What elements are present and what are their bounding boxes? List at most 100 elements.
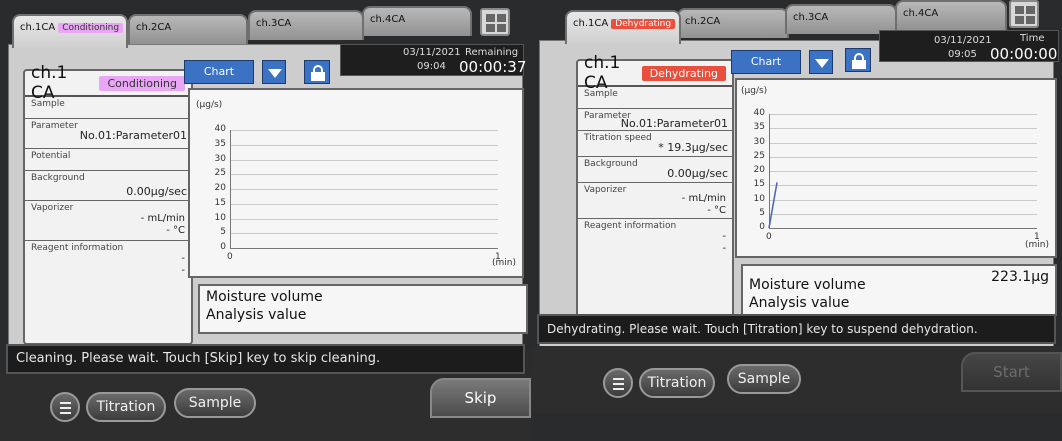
vaporizer-temp: - °C	[707, 205, 726, 216]
reagent-label: Reagent information	[584, 221, 677, 231]
time-label: Time	[1020, 33, 1045, 44]
rate-chart: (µg/s) (min) 40 35 30 25 20 15 10 5 0 0 1	[735, 78, 1057, 258]
series-plot	[768, 182, 778, 229]
info-panel: ch.1 CA Dehydrating Sample Parameter No.…	[576, 53, 734, 339]
grid-view-icon[interactable]	[480, 8, 510, 36]
background-row: Background 0.00µg/sec	[25, 171, 191, 201]
view-select-button[interactable]: Chart	[731, 50, 801, 74]
titration-speed-value: * 19.3µg/sec	[658, 141, 728, 154]
parameter-value: No.01:Parameter01	[620, 117, 728, 130]
sample-button[interactable]: Sample	[727, 364, 801, 394]
reagent-value-1: -	[181, 253, 185, 264]
menu-icon[interactable]	[50, 392, 80, 422]
info-panel: ch.1 CA Conditioning Sample Parameter No…	[23, 63, 193, 345]
reagent-label: Reagent information	[31, 243, 124, 253]
photo-composite: ch.1CA Conditioning ch.2CA ch.3CA ch.4CA …	[0, 0, 1062, 441]
parameter-label: Parameter	[31, 121, 78, 131]
start-button[interactable]: Start	[961, 352, 1062, 392]
grid-view-icon[interactable]	[1009, 0, 1039, 28]
reagent-row: Reagent information - -	[578, 219, 732, 259]
vaporizer-row: Vaporizer - mL/min - °C	[25, 201, 191, 241]
background-row: Background 0.00µg/sec	[578, 157, 732, 183]
potential-label: Potential	[31, 151, 71, 161]
sample-label: Sample	[31, 99, 65, 109]
tab-ch4[interactable]: ch.4CA	[362, 6, 472, 36]
status-badge: Dehydrating	[641, 65, 726, 81]
tab-label: ch.3CA	[793, 12, 829, 23]
parameter-row: Parameter No.01:Parameter01	[25, 119, 191, 149]
menu-icon[interactable]	[603, 368, 633, 398]
reagent-value-1: -	[722, 231, 726, 242]
lock-icon[interactable]	[845, 48, 871, 72]
right-screen: ch.1CA Dehydrating ch.2CA ch.3CA ch.4CA c…	[531, 0, 1062, 441]
left-screen: ch.1CA Conditioning ch.2CA ch.3CA ch.4CA …	[0, 0, 531, 441]
background-label: Background	[584, 159, 638, 169]
tab-ch2[interactable]: ch.2CA	[677, 8, 789, 38]
time-label: Remaining	[465, 47, 519, 58]
date-text: 03/11/2021	[934, 35, 992, 46]
moisture-panel: Moisture volume Analysis value	[198, 284, 528, 334]
tab-label: ch.2CA	[685, 16, 721, 27]
tab-label: ch.4CA	[903, 8, 939, 19]
vaporizer-flow: - mL/min	[681, 193, 726, 204]
sample-row: Sample	[25, 97, 191, 119]
time-value: 00:00:00	[990, 45, 1058, 63]
time-value: 00:00:37	[459, 58, 527, 76]
reagent-value-2: -	[181, 265, 185, 276]
parameter-value: No.01:Parameter01	[79, 129, 187, 142]
time-display: 03/11/2021 09:05 Time 00:00:00	[879, 30, 1059, 63]
tab-ch2[interactable]: ch.2CA	[128, 14, 248, 44]
moisture-panel: Moisture volume Analysis value 223.1µg	[741, 264, 1057, 316]
vaporizer-temp: - °C	[166, 225, 185, 236]
analysis-label: Analysis value	[749, 295, 850, 311]
tab-label: ch.1CA	[573, 18, 609, 29]
clock-text: 09:05	[948, 49, 977, 60]
date-text: 03/11/2021	[403, 47, 461, 58]
bottom-bar: Titration Sample Skip	[0, 374, 531, 441]
series-line	[768, 182, 778, 229]
background-value: 0.00µg/sec	[126, 185, 187, 198]
moisture-value: 223.1µg	[991, 269, 1049, 285]
moisture-label: Moisture volume	[206, 289, 323, 305]
sample-button[interactable]: Sample	[174, 388, 256, 418]
tab-ch1[interactable]: ch.1CA Dehydrating	[565, 10, 681, 44]
vaporizer-row: Vaporizer - mL/min - °C	[578, 183, 732, 219]
tab-ch3[interactable]: ch.3CA	[248, 10, 364, 40]
analysis-label: Analysis value	[206, 307, 307, 323]
series-plot	[190, 90, 522, 276]
parameter-row: Parameter No.01:Parameter01	[578, 109, 732, 131]
chevron-down-icon[interactable]	[809, 50, 833, 74]
titration-speed-label: Titration speed	[584, 133, 652, 143]
channel-title: ch.1 CA Conditioning	[25, 63, 191, 103]
sample-label: Sample	[584, 89, 618, 99]
lock-icon[interactable]	[304, 60, 330, 84]
skip-button[interactable]: Skip	[430, 378, 531, 418]
sample-row: Sample	[578, 87, 732, 109]
reagent-value-2: -	[722, 243, 726, 254]
titration-button[interactable]: Titration	[86, 392, 166, 422]
titration-button[interactable]: Titration	[639, 368, 715, 398]
tab-ch1[interactable]: ch.1CA Conditioning	[12, 14, 128, 48]
tab-status-badge: Conditioning	[58, 23, 124, 33]
tab-label: ch.2CA	[136, 22, 172, 33]
tab-status-badge: Dehydrating	[611, 19, 676, 29]
vaporizer-flow: - mL/min	[140, 213, 185, 224]
vaporizer-label: Vaporizer	[31, 203, 74, 213]
background-label: Background	[31, 173, 85, 183]
status-badge: Conditioning	[99, 75, 185, 91]
chevron-down-icon[interactable]	[262, 60, 286, 84]
time-display: 03/11/2021 09:04 Remaining 00:00:37	[340, 44, 527, 76]
bottom-bar: Titration Sample Start	[531, 346, 1062, 413]
background-value: 0.00µg/sec	[667, 167, 728, 180]
tab-label: ch.4CA	[370, 14, 406, 25]
tab-ch4[interactable]: ch.4CA	[895, 0, 1007, 30]
titration-speed-row: Titration speed * 19.3µg/sec	[578, 131, 732, 157]
channel-title: ch.1 CA Dehydrating	[578, 53, 732, 93]
view-select-button[interactable]: Chart	[184, 60, 254, 84]
tab-label: ch.3CA	[256, 18, 292, 29]
potential-row: Potential	[25, 149, 191, 171]
vaporizer-label: Vaporizer	[584, 185, 627, 195]
clock-text: 09:04	[417, 61, 446, 72]
reagent-row: Reagent information - -	[25, 241, 191, 281]
tab-label: ch.1CA	[20, 22, 56, 33]
